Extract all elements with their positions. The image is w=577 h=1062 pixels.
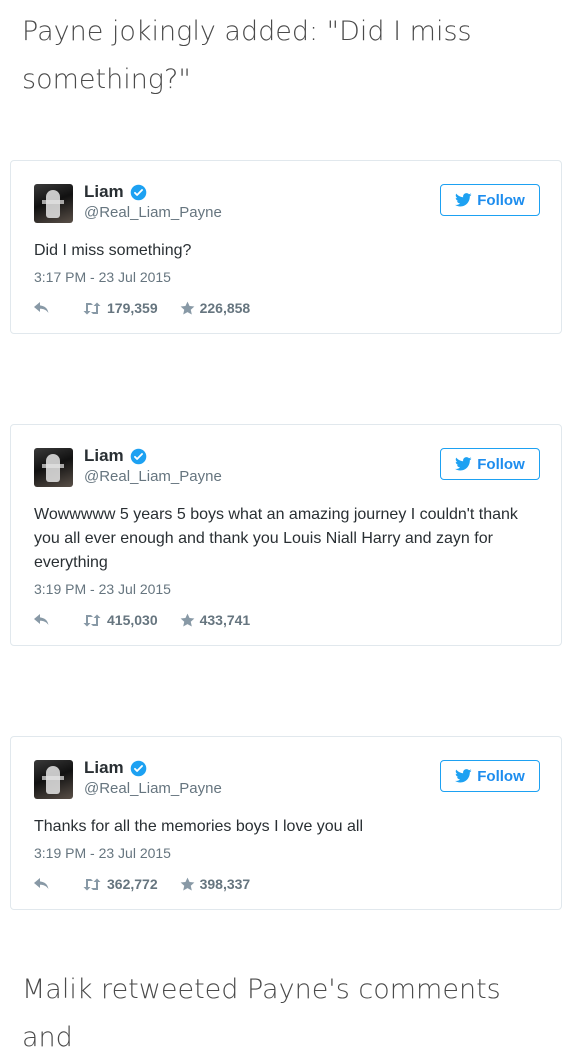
embedded-tweet-2[interactable]: Liam @Real_Liam_Payne Follow Wowwwww 5 y… — [10, 424, 562, 646]
follow-button[interactable]: Follow — [440, 448, 540, 480]
tweet-header: Liam @Real_Liam_Payne Follow — [34, 181, 541, 231]
verified-badge-icon — [130, 760, 146, 776]
tweet-text: Thanks for all the memories boys I love … — [34, 818, 364, 835]
reply-action[interactable] — [34, 878, 50, 890]
retweet-action[interactable]: 415,030 — [82, 612, 158, 628]
tweet-timestamp[interactable]: 3:17 PM - 23 Jul 2015 — [34, 269, 171, 285]
star-icon — [180, 613, 194, 626]
tweet-header: Liam @Real_Liam_Payne Follow — [34, 757, 541, 807]
twitter-bird-icon — [455, 457, 472, 471]
article-paragraph-outro: Malik retweeted Payne's comments and — [22, 974, 501, 1053]
retweet-action[interactable]: 179,359 — [82, 300, 158, 316]
reply-icon[interactable] — [34, 614, 50, 626]
reply-icon[interactable] — [34, 878, 50, 890]
follow-label: Follow — [477, 767, 525, 785]
author-handle[interactable]: @Real_Liam_Payne — [84, 204, 222, 221]
favorite-action[interactable]: 398,337 — [180, 876, 251, 892]
tweet-timestamp[interactable]: 3:19 PM - 23 Jul 2015 — [34, 845, 171, 861]
retweet-action[interactable]: 362,772 — [82, 876, 158, 892]
author-handle[interactable]: @Real_Liam_Payne — [84, 780, 222, 797]
tweet-text: Wowwwww 5 years 5 boys what an amazing j… — [34, 506, 518, 571]
twitter-bird-icon — [455, 769, 472, 783]
author-name[interactable]: Liam — [84, 182, 124, 202]
follow-button[interactable]: Follow — [440, 184, 540, 216]
avatar[interactable] — [34, 448, 73, 487]
star-icon — [180, 877, 194, 890]
retweet-count: 362,772 — [107, 876, 158, 892]
follow-label: Follow — [477, 191, 525, 209]
favorite-action[interactable]: 433,741 — [180, 612, 251, 628]
author-block[interactable]: Liam @Real_Liam_Payne — [84, 445, 222, 485]
twitter-bird-icon — [455, 193, 472, 207]
verified-badge-icon — [130, 184, 146, 200]
embedded-tweet-1[interactable]: Liam @Real_Liam_Payne Follow Did I miss … — [10, 160, 562, 334]
favorite-count: 226,858 — [199, 300, 251, 316]
tweet-timestamp[interactable]: 3:19 PM - 23 Jul 2015 — [34, 581, 171, 597]
retweet-count: 179,359 — [107, 300, 158, 316]
retweet-count: 415,030 — [107, 612, 158, 628]
tweet-header: Liam @Real_Liam_Payne Follow — [34, 445, 541, 495]
star-icon — [180, 301, 194, 314]
favorite-action[interactable]: 226,858 — [180, 300, 251, 316]
favorite-count: 433,741 — [199, 612, 251, 628]
favorite-count: 398,337 — [199, 876, 251, 892]
embedded-tweet-3[interactable]: Liam @Real_Liam_Payne Follow Thanks for … — [10, 736, 562, 910]
retweet-icon — [83, 878, 101, 890]
follow-button[interactable]: Follow — [440, 760, 540, 792]
article-paragraph-intro: Payne jokingly added: "Did I miss someth… — [22, 16, 472, 95]
author-name[interactable]: Liam — [84, 446, 124, 466]
retweet-icon — [83, 302, 101, 314]
retweet-icon — [83, 614, 101, 626]
avatar[interactable] — [34, 184, 73, 223]
tweet-text: Did I miss something? — [34, 242, 192, 259]
author-name[interactable]: Liam — [84, 758, 124, 778]
author-block[interactable]: Liam @Real_Liam_Payne — [84, 181, 222, 221]
avatar[interactable] — [34, 760, 73, 799]
reply-action[interactable] — [34, 614, 50, 626]
author-handle[interactable]: @Real_Liam_Payne — [84, 468, 222, 485]
follow-label: Follow — [477, 455, 525, 473]
reply-action[interactable] — [34, 302, 50, 314]
tweet-actions: 415,030 433,741 — [34, 610, 250, 630]
author-block[interactable]: Liam @Real_Liam_Payne — [84, 757, 222, 797]
verified-badge-icon — [130, 448, 146, 464]
reply-icon[interactable] — [34, 302, 50, 314]
tweet-actions: 179,359 226,858 — [34, 298, 250, 318]
tweet-actions: 362,772 398,337 — [34, 874, 250, 894]
